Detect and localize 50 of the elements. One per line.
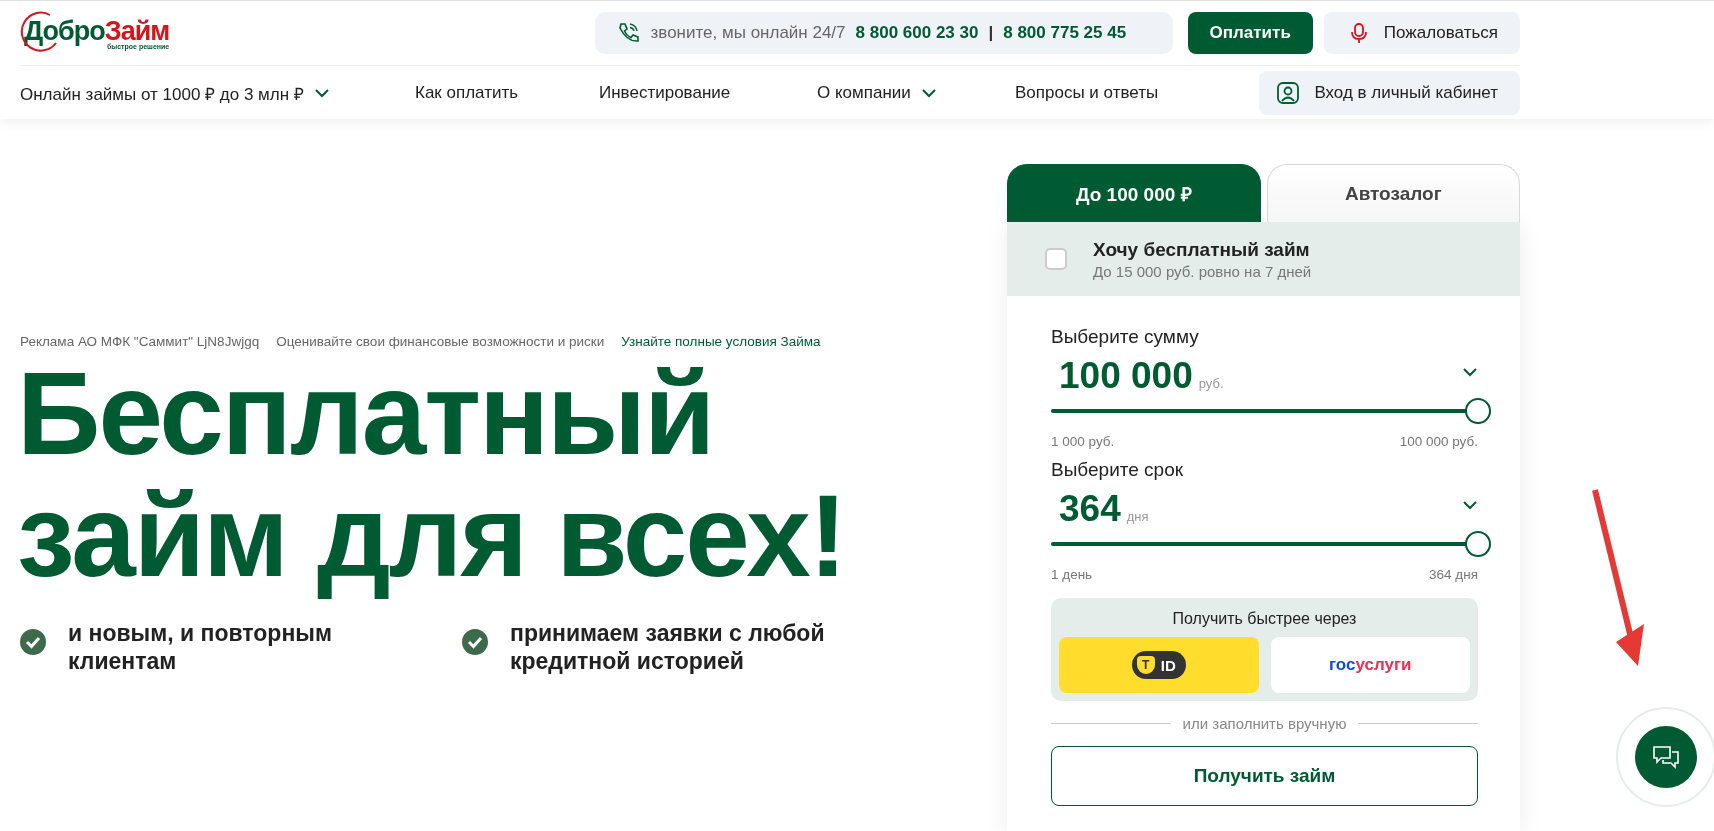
slider-thumb[interactable] [1465,398,1491,424]
phone-link[interactable]: 8 800 600 23 30 [855,23,979,43]
phone-link[interactable]: 8 800 775 25 45 [1003,23,1127,43]
hero-title: Бесплатный [17,353,715,475]
user-icon [1276,81,1301,105]
chat-icon [1651,743,1681,771]
chevron-down-icon [1462,498,1478,512]
feature-text: и новым, и повторным клиентам [68,619,333,675]
slider-value[interactable]: 364 [1059,489,1121,529]
get-loan-button[interactable]: Получить займ [1051,746,1478,806]
slider[interactable] [1051,531,1491,557]
gosuslugi-button[interactable]: госуслуги [1270,637,1470,693]
nav-link[interactable]: Вопросы и ответы [1015,83,1159,103]
login-button[interactable]: Вход в личный кабинет [1259,71,1520,115]
min-label: 1 день [1051,567,1093,582]
divider-text: или заполнить вручную [1182,715,1347,732]
check-circle-icon [20,629,46,655]
slider-value[interactable]: 100 000 [1059,356,1193,396]
max-label: 100 000 руб. [1399,434,1478,449]
max-label: 364 дня [1429,567,1478,582]
nav-link[interactable]: Как оплатить [415,83,599,103]
unit-label: руб. [1198,376,1224,391]
contact-label: звоните, мы онлайн 24/7 [650,23,846,43]
tab[interactable]: Автозалог [1266,164,1520,222]
ad-disclaimer: Оценивайте свои финансовые возможности и риски [276,334,605,349]
checkbox[interactable] [1045,248,1067,270]
slider[interactable] [1051,398,1491,424]
complaint-button[interactable]: Пожаловаться [1323,12,1520,54]
slider-thumb[interactable] [1465,531,1491,557]
hero-title: займ для всех! [17,475,847,597]
chevron-down-icon [1462,365,1478,379]
check-circle-icon [462,629,488,655]
checkbox-label: Хочу бесплатный займ [1093,238,1311,261]
nav-link[interactable]: О компании [817,83,1015,103]
tid-button[interactable]: T ID [1059,637,1259,693]
feature-text: принимаем заявки с любой кредитной историей [510,619,826,675]
nav-link[interactable]: Инвестирование [599,83,817,103]
tab[interactable]: До 100 000 ₽ [1007,164,1261,222]
slider-label: Выберите срок [1051,459,1185,481]
separator: | [988,23,994,43]
slider-label: Выберите сумму [1051,326,1200,348]
ad-disclaimer: Реклама АО МФК "Саммит" LjN8Jwjgq [20,334,260,349]
unit-label: дня [1126,509,1149,524]
min-label: 1 000 руб. [1051,434,1115,449]
panel-title: Получить быстрее через [1171,610,1358,628]
pay-button[interactable]: Оплатить [1187,12,1313,54]
nav-link[interactable]: Онлайн займы от 1000 ₽ до 3 млн ₽ [20,81,415,105]
phone-icon [616,21,641,45]
checkbox-hint: До 15 000 руб. ровно на 7 дней [1093,262,1312,280]
terms-link[interactable]: Узнайте полные условия Займа [621,334,821,349]
